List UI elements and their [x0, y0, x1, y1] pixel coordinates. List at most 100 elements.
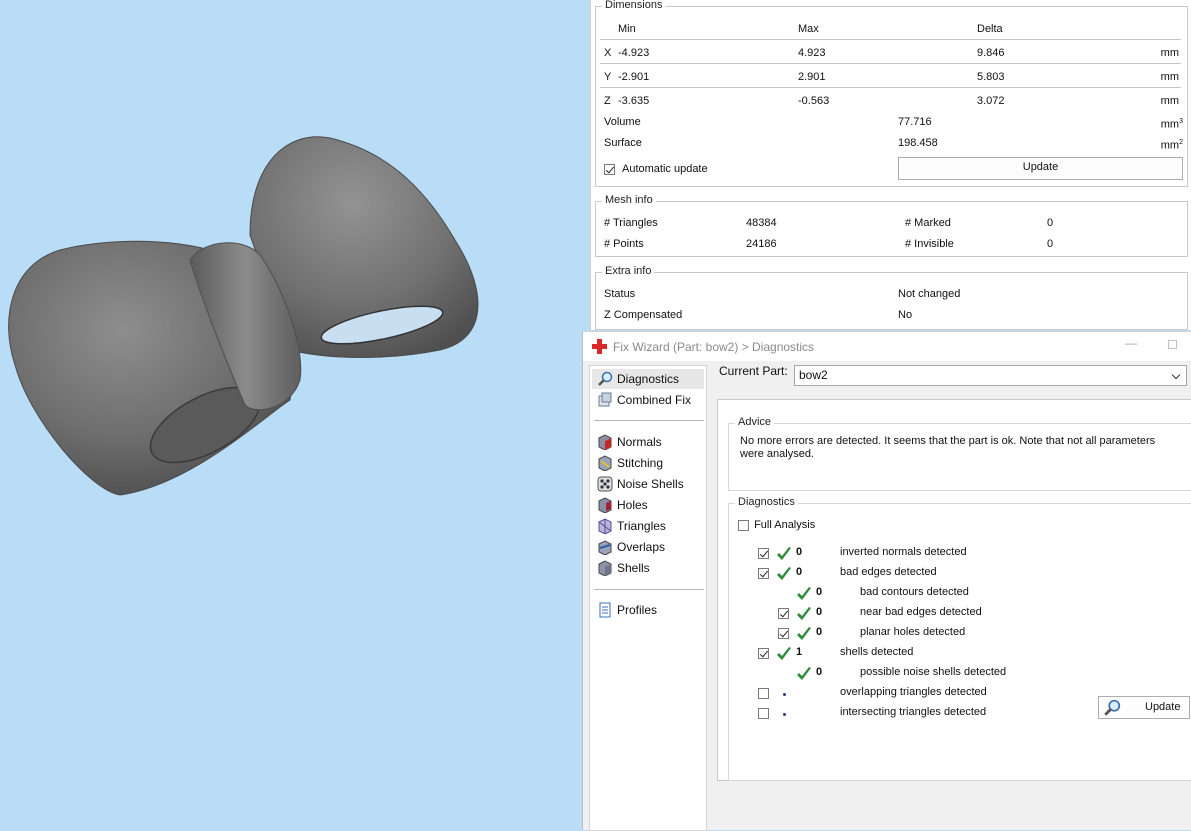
- axis-label: Z: [604, 95, 611, 107]
- current-part-select[interactable]: bow2: [794, 365, 1187, 386]
- volume-unit: mm3: [1160, 118, 1183, 131]
- noise-shells-icon: [597, 476, 613, 492]
- auto-update-checkbox[interactable]: [604, 161, 615, 177]
- dim-row-x: X -4.923 4.923 9.846 mm: [596, 45, 1187, 61]
- dim-row-z: Z -3.635 -0.563 3.072 mm: [596, 93, 1187, 109]
- checkbox-checked-icon[interactable]: [758, 548, 769, 559]
- max-header: Max: [798, 23, 819, 35]
- nav-noise-shells[interactable]: Noise Shells: [592, 474, 704, 494]
- nav-combined-fix[interactable]: Combined Fix: [592, 390, 704, 410]
- zcomp-row: Z Compensated No: [596, 307, 1187, 323]
- checkbox-unchecked-icon[interactable]: [758, 688, 769, 699]
- diagnostics-group: Diagnostics Full Analysis 0 inverted norm…: [728, 496, 1191, 781]
- holes-icon: [598, 497, 612, 513]
- nav-label: Triangles: [617, 519, 666, 533]
- overlaps-icon: [598, 540, 612, 555]
- 3d-viewport[interactable]: [0, 0, 592, 830]
- diagnostic-label: possible noise shells detected: [860, 666, 1007, 678]
- nav-label: Normals: [617, 435, 662, 449]
- nav-overlaps[interactable]: Overlaps: [592, 537, 704, 557]
- diagnostic-label: bad contours detected: [860, 586, 969, 598]
- nav-profiles[interactable]: Profiles: [592, 600, 704, 620]
- zcomp-value: No: [898, 309, 913, 321]
- wizard-title: Fix Wizard (Part: bow2) > Diagnostics: [613, 340, 815, 354]
- volume-label: Volume: [604, 116, 641, 128]
- mesh-info-group: Mesh info # Triangles 48384 # Marked 0 #…: [595, 194, 1188, 257]
- nav-label: Overlaps: [617, 540, 666, 554]
- triangles-icon: [598, 518, 612, 534]
- max-value: 4.923: [798, 47, 826, 59]
- auto-update-label: Automatic update: [622, 163, 708, 175]
- check-icon: [797, 607, 811, 620]
- zcomp-label: Z Compensated: [604, 309, 683, 321]
- delta-header: Delta: [977, 23, 1003, 35]
- magnifier-icon: [1104, 699, 1121, 716]
- diagnostic-count: 0: [816, 606, 823, 618]
- current-part-label: Current Part:: [719, 364, 788, 378]
- diagnostic-count: 0: [796, 546, 803, 558]
- pending-dot-icon: [783, 713, 786, 716]
- checkbox-checked-icon[interactable]: [778, 608, 789, 619]
- nav-shells[interactable]: Shells: [592, 558, 704, 578]
- advice-text-line-1: No more errors are detected. It seems th…: [740, 435, 1156, 447]
- maximize-icon[interactable]: [1168, 340, 1177, 349]
- nav-divider: [594, 420, 704, 421]
- dimensions-group: Dimensions Min Max Delta X -4.923 4.923 …: [595, 0, 1188, 187]
- dimensions-update-button[interactable]: Update: [898, 157, 1183, 180]
- volume-row: Volume 77.716 mm3: [596, 114, 1187, 131]
- volume-value: 77.716: [898, 116, 932, 128]
- nav-diagnostics[interactable]: Diagnostics: [592, 369, 704, 389]
- points-value: 24186: [746, 238, 777, 250]
- diagnostics-update-button[interactable]: Update: [1098, 696, 1190, 719]
- nav-normals[interactable]: Normals: [592, 432, 704, 452]
- divider: [600, 63, 1181, 64]
- wizard-titlebar[interactable]: Fix Wizard (Part: bow2) > Diagnostics —: [583, 332, 1191, 361]
- dimensions-title: Dimensions: [602, 0, 666, 11]
- check-icon: [797, 667, 811, 680]
- update-label: Update: [1145, 701, 1181, 713]
- bow-model[interactable]: [0, 120, 500, 510]
- check-icon: [777, 547, 791, 560]
- triangles-label: # Triangles: [604, 217, 658, 229]
- minimize-icon[interactable]: —: [1125, 336, 1137, 350]
- properties-panel: Dimensions Min Max Delta X -4.923 4.923 …: [590, 0, 1191, 330]
- delta-value: 3.072: [977, 95, 1005, 107]
- nav-label: Holes: [617, 498, 648, 512]
- checkbox-checked-icon[interactable]: [604, 163, 615, 175]
- checkbox-checked-icon[interactable]: [758, 648, 769, 659]
- stitching-icon: [598, 455, 612, 471]
- divider: [600, 39, 1181, 40]
- nav-triangles[interactable]: Triangles: [592, 516, 704, 536]
- diagnostic-row: 0 possible noise shells detected: [729, 665, 1189, 683]
- unit-label: mm: [1160, 47, 1179, 59]
- diagnostic-row: 0 bad contours detected: [729, 585, 1189, 603]
- diagnostics-panel: Advice No more errors are detected. It s…: [717, 399, 1191, 781]
- full-analysis-row[interactable]: Full Analysis: [738, 516, 815, 534]
- diagnostic-count: 0: [796, 566, 803, 578]
- full-analysis-checkbox[interactable]: [738, 519, 749, 531]
- diagnostic-count: 0: [816, 586, 823, 598]
- checkbox-checked-icon[interactable]: [778, 628, 789, 639]
- check-icon: [777, 567, 791, 580]
- wizard-nav: Diagnostics Combined Fix Normals Stitchi…: [589, 365, 707, 831]
- axis-label: Y: [604, 71, 612, 83]
- max-value: -0.563: [798, 95, 830, 107]
- diagnostic-label: bad edges detected: [840, 566, 937, 578]
- extra-info-title: Extra info: [602, 265, 655, 277]
- diagnostic-row: 1 shells detected: [729, 645, 1189, 663]
- checkbox-unchecked-icon[interactable]: [758, 708, 769, 719]
- mesh-row-1: # Triangles 48384 # Marked 0: [596, 215, 1187, 231]
- diagnostic-label: near bad edges detected: [860, 606, 982, 618]
- surface-value: 198.458: [898, 137, 938, 149]
- checkbox-checked-icon[interactable]: [758, 568, 769, 579]
- red-cross-icon: [592, 339, 607, 354]
- fix-wizard-window: Fix Wizard (Part: bow2) > Diagnostics — …: [582, 331, 1191, 831]
- nav-holes[interactable]: Holes: [592, 495, 704, 515]
- extra-info-group: Extra info Status Not changed Z Compensa…: [595, 265, 1188, 330]
- nav-stitching[interactable]: Stitching: [592, 453, 704, 473]
- current-part-value: bow2: [799, 368, 828, 382]
- points-label: # Points: [604, 238, 644, 250]
- nav-divider: [594, 589, 704, 590]
- diagnostic-row: 0 planar holes detected: [729, 625, 1189, 643]
- dimensions-header: Min Max Delta: [596, 21, 1187, 37]
